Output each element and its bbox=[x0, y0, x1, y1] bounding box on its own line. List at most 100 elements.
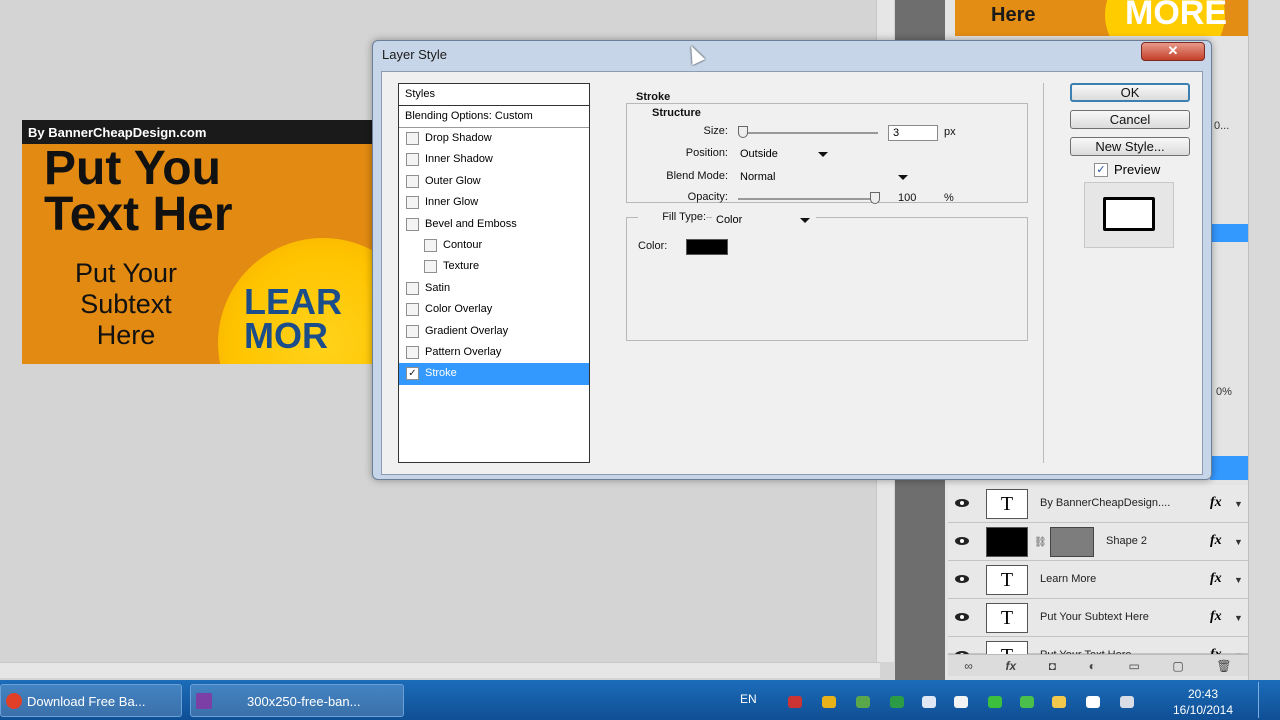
style-item-pattern-overlay[interactable]: Pattern Overlay bbox=[399, 342, 589, 363]
style-item-drop-shadow[interactable]: Drop Shadow bbox=[399, 128, 589, 149]
fill-type-dropdown[interactable]: Color bbox=[712, 210, 816, 230]
style-checkbox[interactable] bbox=[406, 281, 419, 295]
layer-name[interactable]: Put Your Subtext Here bbox=[1040, 611, 1149, 623]
style-item-inner-glow[interactable]: Inner Glow bbox=[399, 192, 589, 213]
style-item-satin[interactable]: Satin bbox=[399, 278, 589, 299]
fx-icon[interactable]: fx bbox=[1210, 571, 1222, 587]
layer-row[interactable]: TPut Your Text Herefx▼ bbox=[948, 637, 1248, 671]
navigator-preview: Here MORE bbox=[955, 0, 1265, 36]
blend-mode-dropdown[interactable]: Normal bbox=[736, 167, 914, 187]
language-indicator[interactable]: EN bbox=[740, 692, 757, 706]
tray-network-icon[interactable] bbox=[856, 696, 870, 708]
new-layer-icon[interactable]: ▢ bbox=[1172, 659, 1183, 673]
opacity-label: Opacity: bbox=[687, 191, 728, 203]
system-clock[interactable]: 20:43 16/10/2014 bbox=[1166, 686, 1240, 718]
layer-name[interactable]: Learn More bbox=[1040, 573, 1096, 585]
tray-runner-icon[interactable] bbox=[822, 696, 836, 708]
chevron-down-icon bbox=[800, 218, 810, 223]
style-checkbox[interactable] bbox=[406, 324, 419, 338]
eye-icon[interactable] bbox=[954, 573, 970, 585]
size-slider-track[interactable] bbox=[738, 132, 878, 134]
action-center-flag-icon[interactable] bbox=[954, 696, 968, 708]
preview-checkbox[interactable]: ✓ bbox=[1094, 163, 1108, 177]
link-chain-icon[interactable]: ⛓ bbox=[1034, 537, 1047, 548]
stroke-settings: Stroke Structure Size: 3 px Position: Ou… bbox=[614, 83, 1044, 463]
size-field[interactable]: 3 bbox=[888, 125, 938, 141]
opacity-slider-track[interactable] bbox=[738, 198, 878, 200]
ok-button[interactable]: OK bbox=[1070, 83, 1190, 102]
style-preview bbox=[1084, 182, 1174, 248]
style-checkbox[interactable] bbox=[424, 260, 437, 274]
volume-icon[interactable] bbox=[922, 696, 936, 708]
style-checkbox[interactable] bbox=[406, 132, 419, 145]
style-checkbox[interactable] bbox=[406, 303, 419, 317]
tray-app-icon[interactable] bbox=[788, 696, 802, 708]
position-dropdown[interactable]: Outside bbox=[736, 144, 834, 164]
adjustment-layer-icon[interactable]: ◐ bbox=[1089, 659, 1096, 673]
add-style-icon[interactable]: fx bbox=[1005, 659, 1016, 673]
style-checkbox[interactable] bbox=[406, 174, 419, 188]
taskbar-item-archive[interactable]: 300x250-free-ban... bbox=[190, 684, 404, 717]
style-checkbox[interactable] bbox=[406, 217, 419, 231]
chevron-down-icon[interactable]: ▼ bbox=[1234, 537, 1243, 547]
new-group-icon[interactable]: ▭ bbox=[1128, 659, 1139, 673]
preview-checkbox-row[interactable]: ✓ Preview bbox=[1094, 162, 1160, 177]
layer-row[interactable]: T Learn More fx ▼ bbox=[948, 561, 1248, 599]
style-checkbox[interactable] bbox=[406, 345, 419, 359]
style-item-color-overlay[interactable]: Color Overlay bbox=[399, 299, 589, 320]
layer-name[interactable]: By BannerCheapDesign.... bbox=[1040, 497, 1170, 509]
fx-icon[interactable]: fx bbox=[1210, 533, 1222, 549]
opacity-slider-thumb[interactable] bbox=[870, 192, 880, 204]
tray-cloud-icon[interactable] bbox=[1020, 696, 1034, 708]
style-checkbox[interactable] bbox=[406, 196, 419, 210]
cancel-button[interactable]: Cancel bbox=[1070, 110, 1190, 129]
tray-smiley-icon[interactable] bbox=[1052, 696, 1066, 708]
show-desktop-button[interactable] bbox=[1258, 682, 1278, 718]
tray-green-icon[interactable] bbox=[890, 696, 904, 708]
chevron-down-icon[interactable]: ▼ bbox=[1234, 613, 1243, 623]
taskbar-item-browser[interactable]: Download Free Ba... bbox=[0, 684, 182, 717]
style-checkbox[interactable] bbox=[424, 238, 437, 252]
fx-icon[interactable]: fx bbox=[1210, 495, 1222, 511]
network-icon[interactable] bbox=[1120, 696, 1134, 708]
size-slider-thumb[interactable] bbox=[738, 126, 748, 138]
eye-icon[interactable] bbox=[954, 535, 970, 547]
new-style-button[interactable]: New Style... bbox=[1070, 137, 1190, 156]
style-item-outer-glow[interactable]: Outer Glow bbox=[399, 171, 589, 192]
layer-row[interactable]: ⛓ Shape 2 fx ▼ bbox=[948, 523, 1248, 561]
chevron-down-icon[interactable]: ▼ bbox=[1234, 575, 1243, 585]
panel-side-scrollbar[interactable] bbox=[1248, 0, 1280, 680]
fx-icon[interactable]: fx bbox=[1210, 609, 1222, 625]
blending-options-item[interactable]: Blending Options: Custom bbox=[399, 106, 589, 128]
style-item-texture[interactable]: Texture bbox=[399, 256, 589, 277]
add-mask-icon[interactable]: ◘ bbox=[1049, 659, 1056, 673]
tray-chat-icon[interactable] bbox=[988, 696, 1002, 708]
eye-icon[interactable] bbox=[954, 497, 970, 509]
layer-selection-highlight bbox=[1210, 456, 1250, 480]
size-unit: px bbox=[944, 126, 956, 138]
eye-icon[interactable] bbox=[954, 611, 970, 623]
style-checkbox[interactable] bbox=[406, 153, 419, 167]
close-button[interactable]: ✕ bbox=[1141, 42, 1205, 61]
style-item-stroke[interactable]: ✓ Stroke bbox=[399, 363, 589, 385]
style-item-contour[interactable]: Contour bbox=[399, 235, 589, 256]
layer-row[interactable]: T Put Your Subtext Here fx ▼ bbox=[948, 599, 1248, 637]
style-item-label: Outer Glow bbox=[425, 174, 481, 187]
delete-layer-icon[interactable]: 🗑 bbox=[1216, 659, 1231, 673]
chevron-down-icon bbox=[818, 152, 828, 157]
style-item-gradient-overlay[interactable]: Gradient Overlay bbox=[399, 321, 589, 342]
layer-name[interactable]: Shape 2 bbox=[1106, 535, 1147, 547]
dialog-titlebar[interactable]: Layer Style ✕ bbox=[373, 41, 1211, 67]
layer-row[interactable]: T By BannerCheapDesign.... fx ▼ bbox=[948, 485, 1248, 523]
style-item-label: Bevel and Emboss bbox=[425, 217, 517, 230]
style-item-bevel-and-emboss[interactable]: Bevel and Emboss bbox=[399, 214, 589, 235]
link-layers-icon[interactable]: ∞ bbox=[964, 659, 973, 673]
tray-message-icon[interactable] bbox=[1086, 696, 1100, 708]
color-swatch[interactable] bbox=[686, 239, 728, 255]
chevron-down-icon[interactable]: ▼ bbox=[1234, 499, 1243, 509]
opacity-value[interactable]: 100 bbox=[898, 192, 916, 204]
style-item-inner-shadow[interactable]: Inner Shadow bbox=[399, 149, 589, 170]
canvas-horizontal-scrollbar[interactable] bbox=[0, 662, 880, 678]
style-checkbox[interactable]: ✓ bbox=[406, 367, 419, 381]
styles-header[interactable]: Styles bbox=[399, 84, 589, 106]
